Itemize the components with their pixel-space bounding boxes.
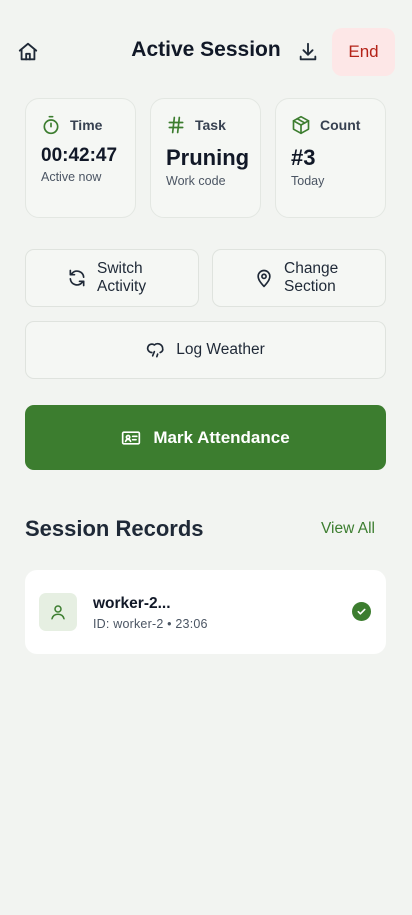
log-weather-label: Log Weather [176, 341, 265, 358]
id-card-icon [122, 430, 141, 445]
package-icon [292, 115, 310, 135]
header: Active Session End [0, 0, 412, 105]
stat-value: Pruning [166, 145, 250, 170]
switch-activity-label: Switch Activity [97, 260, 147, 295]
section-title: Session Records [25, 516, 204, 541]
stat-label: Count [320, 117, 361, 133]
avatar [39, 593, 77, 631]
download-button[interactable] [290, 34, 326, 70]
download-icon [299, 42, 317, 61]
stat-label: Task [195, 117, 226, 133]
stat-subtext: Work code [166, 174, 226, 188]
mark-attendance-button[interactable]: Mark Attendance [25, 405, 386, 470]
stat-card-count: Count #3 Today [275, 98, 386, 218]
cloud-drizzle-icon [147, 342, 164, 358]
log-weather-button[interactable]: Log Weather [25, 321, 386, 379]
change-section-button[interactable]: Change Section [212, 249, 386, 307]
status-check [352, 602, 371, 621]
refresh-icon [69, 269, 85, 287]
change-section-label: Change Section [284, 260, 339, 295]
record-name: worker-2... [93, 595, 171, 612]
view-all-link[interactable]: View All [321, 520, 375, 538]
switch-activity-button[interactable]: Switch Activity [25, 249, 199, 307]
hash-icon [168, 116, 184, 134]
stat-card-time: Time 00:42:47 Active now [25, 98, 136, 218]
stopwatch-icon [43, 115, 59, 135]
user-icon [51, 605, 65, 620]
map-pin-icon [257, 269, 271, 288]
stat-card-task: Task Pruning Work code [150, 98, 261, 218]
list-item[interactable]: worker-2... ID: worker-2 • 23:06 [25, 570, 386, 654]
stat-value: 00:42:47 [41, 145, 118, 166]
stat-label: Time [70, 117, 103, 133]
stat-value: #3 [291, 145, 316, 170]
mark-attendance-label: Mark Attendance [153, 427, 290, 447]
check-icon [357, 608, 366, 615]
end-session-button[interactable]: End [332, 28, 395, 76]
stat-subtext: Today [291, 174, 325, 188]
record-meta: ID: worker-2 • 23:06 [93, 617, 208, 631]
stat-subtext: Active now [41, 170, 102, 184]
